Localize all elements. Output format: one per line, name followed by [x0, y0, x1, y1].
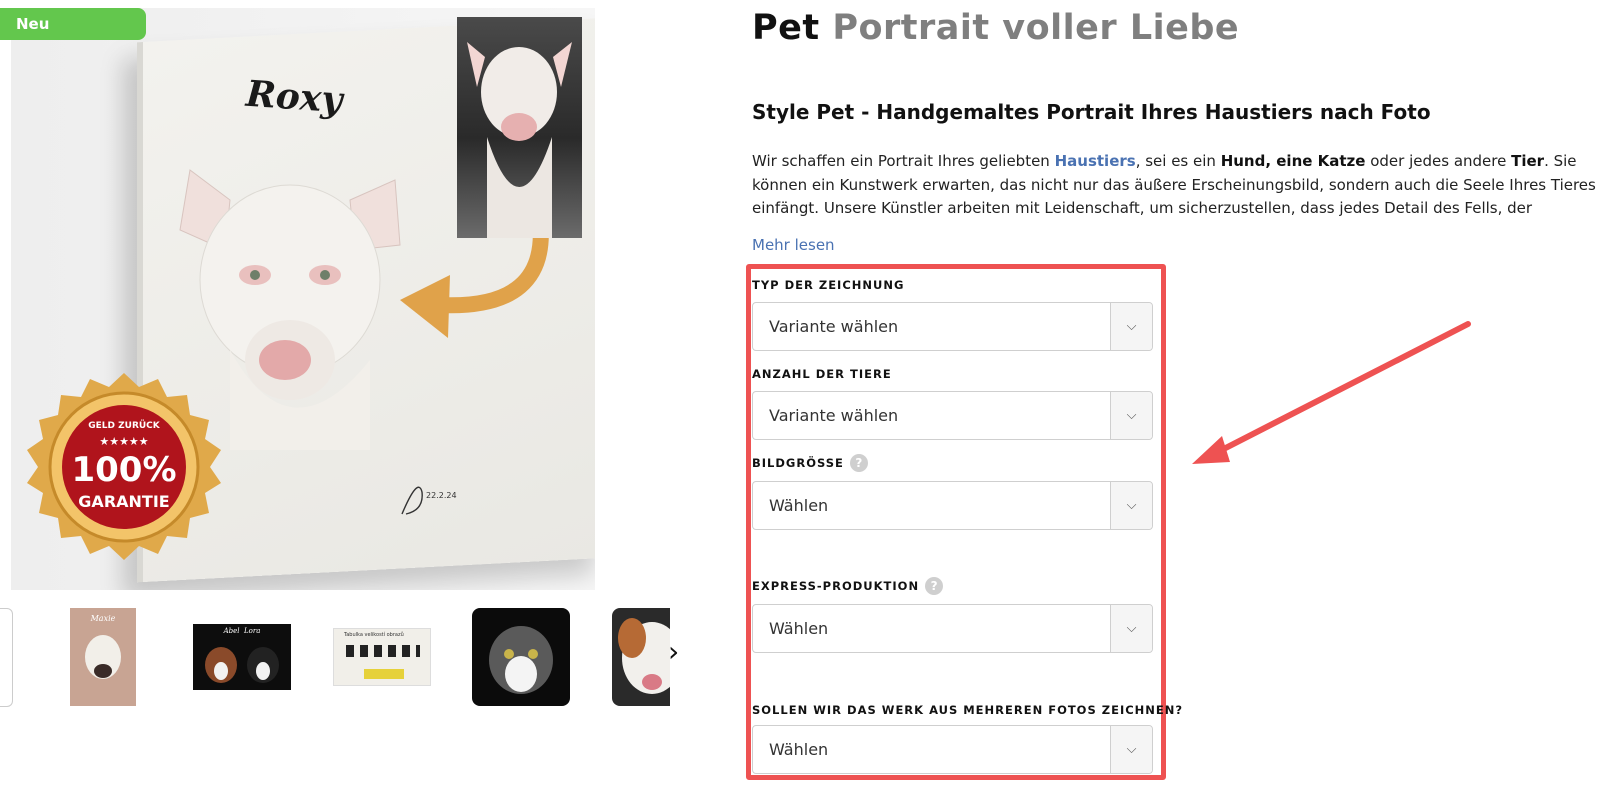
annotation-arrow-icon: [1192, 321, 1471, 464]
artist-signature: 22.2.24: [401, 486, 457, 515]
thumbnail-1[interactable]: [0, 608, 13, 707]
option-label-multiple-photos: SOLLEN WIR DAS WERK AUS MEHREREN FOTOS Z…: [752, 703, 1184, 717]
multiple-photos-select[interactable]: Wählen ⌵: [752, 725, 1153, 774]
express-production-select[interactable]: Wählen ⌵: [752, 604, 1153, 653]
chevron-down-icon: ⌵: [1110, 605, 1152, 652]
option-label-animal-count: ANZAHL DER TIERE: [752, 367, 892, 381]
chevron-right-icon[interactable]: ›: [668, 638, 679, 666]
new-badge: Neu: [0, 8, 146, 40]
help-icon[interactable]: ?: [925, 577, 944, 595]
image-size-select[interactable]: Wählen ⌵: [752, 481, 1153, 530]
chevron-down-icon: ⌵: [1110, 726, 1152, 773]
help-icon[interactable]: ?: [849, 454, 868, 472]
haustiers-link[interactable]: Haustiers: [1055, 152, 1136, 170]
chevron-down-icon: ⌵: [1110, 482, 1152, 529]
svg-text:22.2.24: 22.2.24: [426, 491, 457, 500]
chevron-down-icon: ⌵: [1110, 303, 1152, 350]
product-title: Pet Portrait voller Liebe: [752, 8, 1239, 48]
svg-text:100%: 100%: [71, 450, 176, 490]
thumbnail-4[interactable]: Tabulka velikostí obrazů: [333, 628, 431, 686]
option-label-express-production: EXPRESS-PRODUKTION ?: [752, 577, 944, 595]
thumbnail-caption: Tabulka velikostí obrazů: [344, 632, 404, 638]
thumbnail-2[interactable]: Maxie: [70, 608, 136, 706]
money-back-guarantee-seal: GELD ZURÜCK ★★★★★ 100% GARANTIE: [27, 373, 221, 560]
svg-text:GARANTIE: GARANTIE: [78, 492, 169, 511]
thumbnail-caption: Abel Lora: [223, 627, 261, 635]
thumbnail-caption: Maxie: [90, 614, 116, 623]
svg-text:GELD ZURÜCK: GELD ZURÜCK: [88, 420, 161, 431]
reference-photo: [457, 17, 582, 238]
chevron-down-icon: ⌵: [1110, 392, 1152, 439]
option-label-drawing-type: TYP DER ZEICHNUNG: [752, 278, 905, 292]
drawing-type-select[interactable]: Variante wählen ⌵: [752, 302, 1153, 351]
product-subtitle: Style Pet - Handgemaltes Portrait Ihres …: [752, 100, 1431, 124]
option-label-image-size: BILDGRÖSSE ?: [752, 454, 868, 472]
product-title-brand: Pet: [752, 8, 820, 48]
product-description: Wir schaffen ein Portrait Ihres geliebte…: [752, 152, 1596, 217]
read-more-link[interactable]: Mehr lesen: [752, 236, 835, 254]
thumbnail-6[interactable]: [612, 608, 670, 706]
animal-count-select[interactable]: Variante wählen ⌵: [752, 391, 1153, 440]
product-title-tagline: Portrait voller Liebe: [832, 8, 1240, 48]
svg-text:★★★★★: ★★★★★: [99, 435, 148, 448]
thumbnail-3[interactable]: Abel Lora: [193, 624, 291, 690]
thumbnail-5[interactable]: [472, 608, 570, 706]
pet-name-on-canvas: Roxy: [244, 72, 344, 122]
